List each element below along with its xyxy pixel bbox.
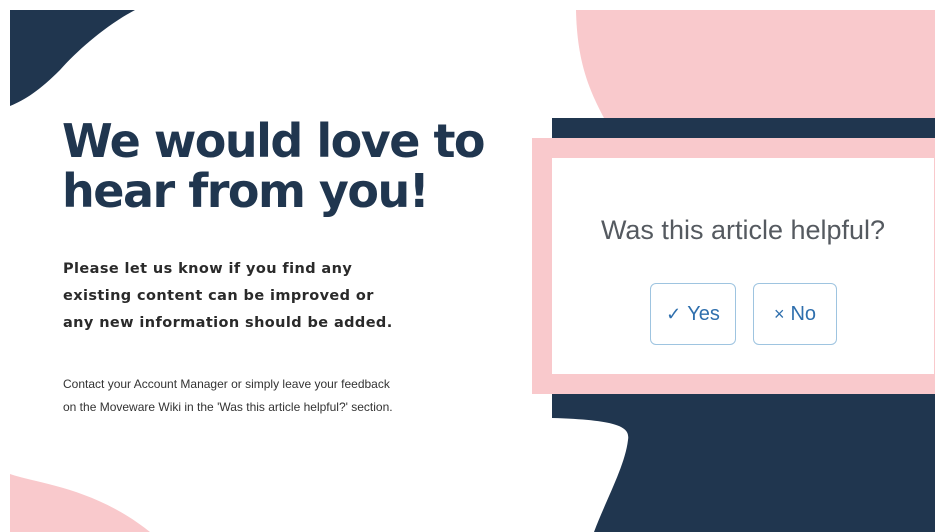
navy-blob-bottom-right: [552, 394, 935, 532]
subtext-line-2: existing content can be improved or: [63, 288, 374, 304]
check-icon: ✓: [666, 303, 682, 324]
yes-label: Yes: [687, 302, 720, 325]
feedback-banner: We would love to hear from you! Please l…: [0, 0, 935, 532]
feedback-widget: Was this article helpful? ✓ Yes × No: [552, 158, 934, 374]
headline: We would love to hear from you!: [62, 116, 532, 216]
subtext: Please let us know if you find any exist…: [63, 256, 483, 337]
subtext-line-3: any new information should be added.: [63, 315, 393, 331]
pink-blob-top-right: [576, 10, 935, 118]
yes-button[interactable]: ✓ Yes: [650, 283, 736, 345]
navy-blob-top-left: [10, 10, 135, 106]
subtext-line-1: Please let us know if you find any: [63, 261, 353, 277]
times-icon: ×: [773, 303, 785, 324]
pink-blob-bottom-left: [10, 474, 150, 532]
contact-line-1: Contact your Account Manager or simply l…: [63, 377, 390, 391]
contact-line-2: on the Moveware Wiki in the 'Was this ar…: [63, 400, 393, 414]
no-label: No: [790, 302, 817, 325]
navy-band-top: [552, 118, 935, 138]
contact-text: Contact your Account Manager or simply l…: [63, 373, 523, 419]
headline-line-1: We would love to: [62, 114, 486, 168]
headline-line-2: hear from you!: [62, 164, 430, 218]
no-button[interactable]: × No: [753, 283, 837, 345]
feedback-question: Was this article helpful?: [600, 215, 886, 245]
